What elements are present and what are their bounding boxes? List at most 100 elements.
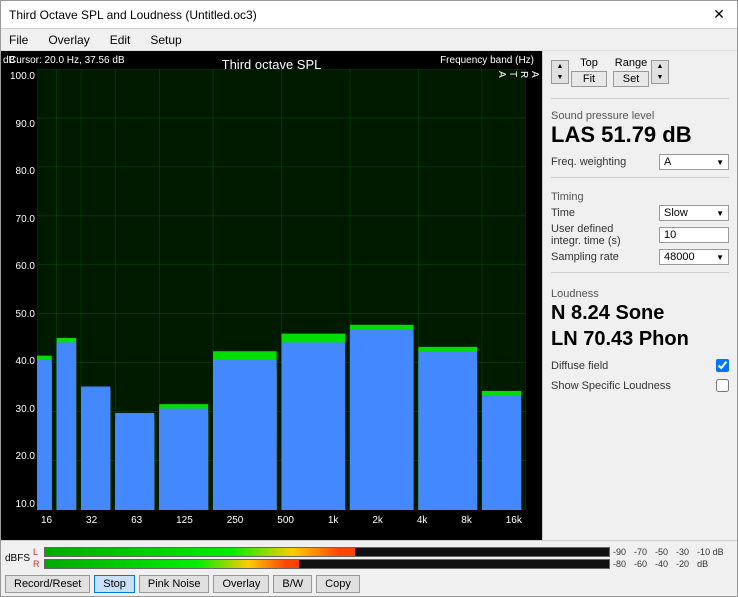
sampling-rate-arrow: ▼	[716, 253, 724, 262]
r-meter-fill	[45, 560, 299, 568]
x-label-500: 500	[277, 515, 294, 526]
l-meter-track	[44, 547, 610, 557]
top-controls: ▲ ▼ Top Fit Range Set ▲ ▼	[551, 57, 729, 87]
main-content: dB Third octave SPL ARTA 100.0 90.0 80.0…	[1, 51, 737, 540]
freq-weighting-value: A	[664, 156, 671, 168]
top-up-btn[interactable]: ▲	[552, 61, 568, 72]
diffuse-field-checkbox[interactable]	[716, 359, 729, 372]
record-reset-button[interactable]: Record/Reset	[5, 575, 90, 593]
time-arrow: ▼	[716, 209, 724, 218]
show-specific-checkbox[interactable]	[716, 379, 729, 392]
loudness-section-label: Loudness	[551, 288, 729, 300]
copy-button[interactable]: Copy	[316, 575, 360, 593]
db-axis-label: dB	[3, 55, 15, 66]
y-label-20: 20.0	[3, 451, 35, 462]
r-meter-row: R -80 -60 -40 -20 dB	[33, 559, 733, 569]
menu-setup[interactable]: Setup	[146, 32, 185, 48]
x-label-4k: 4k	[417, 515, 428, 526]
menu-file[interactable]: File	[5, 32, 32, 48]
sampling-rate-row: Sampling rate 48000 ▼	[551, 249, 729, 265]
time-label: Time	[551, 207, 575, 219]
n-value-text: N 8.24 Sone	[551, 302, 664, 324]
chart-area: dB Third octave SPL ARTA 100.0 90.0 80.0…	[1, 51, 542, 540]
top-nav-btn[interactable]: ▲ ▼	[551, 60, 569, 84]
sampling-rate-dropdown[interactable]: 48000 ▼	[659, 249, 729, 265]
fit-button[interactable]: Fit	[571, 71, 607, 87]
sampling-rate-label: Sampling rate	[551, 251, 619, 263]
top-down-btn[interactable]: ▼	[552, 72, 568, 83]
freq-weighting-row: Freq. weighting A ▼	[551, 154, 729, 170]
show-specific-label: Show Specific Loudness	[551, 380, 671, 392]
l-channel-label: L	[33, 547, 41, 557]
pink-noise-button[interactable]: Pink Noise	[139, 575, 210, 593]
divider-3	[551, 272, 729, 273]
bw-button[interactable]: B/W	[273, 575, 312, 593]
top-label: Top	[580, 57, 598, 69]
time-value: Slow	[664, 207, 688, 219]
level-meters: dBFS L -90 -70 -50 -30 -10 dB	[1, 541, 737, 573]
r-meter-track	[44, 559, 610, 569]
set-button[interactable]: Set	[613, 71, 649, 87]
bottom-bar: dBFS L -90 -70 -50 -30 -10 dB	[1, 540, 737, 596]
loudness-n-value: N 8.24 Sone LN 70.43 Phon	[551, 300, 729, 352]
range-up-btn[interactable]: ▲	[652, 61, 668, 72]
freq-weighting-label: Freq. weighting	[551, 156, 626, 168]
menu-edit[interactable]: Edit	[106, 32, 135, 48]
x-label-125: 125	[176, 515, 193, 526]
y-label-90: 90.0	[3, 119, 35, 130]
y-label-30: 30.0	[3, 404, 35, 415]
y-label-40: 40.0	[3, 356, 35, 367]
x-label-63: 63	[131, 515, 142, 526]
y-label-70: 70.0	[3, 214, 35, 225]
range-down-btn[interactable]: ▼	[652, 72, 668, 83]
loudness-section: Loudness N 8.24 Sone LN 70.43 Phon	[551, 284, 729, 352]
range-labeled: Range Set	[613, 57, 649, 87]
title-bar: Third Octave SPL and Loudness (Untitled.…	[1, 1, 737, 29]
overlay-button[interactable]: Overlay	[213, 575, 269, 593]
x-label-1k: 1k	[328, 515, 339, 526]
time-dropdown[interactable]: Slow ▼	[659, 205, 729, 221]
timing-section: Timing Time Slow ▼ User defined integr. …	[551, 187, 729, 265]
y-label-50: 50.0	[3, 309, 35, 320]
freq-weighting-arrow: ▼	[716, 158, 724, 167]
user-defined-input[interactable]	[659, 227, 729, 243]
x-label-16k: 16k	[506, 515, 522, 526]
show-specific-row: Show Specific Loudness	[551, 379, 729, 392]
dbfs-label: dBFS	[5, 553, 33, 564]
r-tick-labels: -80 -60 -40 -20 dB	[613, 559, 733, 569]
action-buttons: Record/Reset Stop Pink Noise Overlay B/W…	[1, 573, 737, 596]
range-nav-btn[interactable]: ▲ ▼	[651, 60, 669, 84]
x-label-8k: 8k	[461, 515, 472, 526]
y-axis-labels: 100.0 90.0 80.0 70.0 60.0 50.0 40.0 30.0…	[3, 71, 35, 510]
user-defined-row: User defined integr. time (s)	[551, 223, 729, 247]
user-defined-label: User defined integr. time (s)	[551, 223, 646, 247]
divider-1	[551, 98, 729, 99]
diffuse-field-label: Diffuse field	[551, 360, 608, 372]
ln-value-text: LN 70.43 Phon	[551, 328, 689, 350]
range-label: Range	[615, 57, 647, 69]
menu-bar: File Overlay Edit Setup	[1, 29, 737, 51]
x-label-32: 32	[86, 515, 97, 526]
time-row: Time Slow ▼	[551, 205, 729, 221]
freq-weighting-dropdown[interactable]: A ▼	[659, 154, 729, 170]
y-label-80: 80.0	[3, 166, 35, 177]
spl-section-label: Sound pressure level	[551, 110, 729, 122]
diffuse-field-row: Diffuse field	[551, 359, 729, 372]
main-window: Third Octave SPL and Loudness (Untitled.…	[0, 0, 738, 597]
r-channel-label: R	[33, 559, 41, 569]
close-button[interactable]: ✕	[709, 5, 729, 25]
chart-svg	[37, 69, 526, 510]
divider-2	[551, 177, 729, 178]
x-label-16: 16	[41, 515, 52, 526]
arta-label: ARTA	[496, 71, 540, 80]
right-panel: ▲ ▼ Top Fit Range Set ▲ ▼	[542, 51, 737, 540]
stop-button[interactable]: Stop	[94, 575, 135, 593]
spl-section: Sound pressure level LAS 51.79 dB	[551, 106, 729, 148]
x-label-250: 250	[227, 515, 244, 526]
top-control-group: ▲ ▼ Top Fit	[551, 57, 607, 87]
y-label-60: 60.0	[3, 261, 35, 272]
menu-overlay[interactable]: Overlay	[44, 32, 93, 48]
l-meter-row: L -90 -70 -50 -30 -10 dB	[33, 547, 733, 557]
y-label-100: 100.0	[3, 71, 35, 82]
range-control-group: Range Set ▲ ▼	[613, 57, 669, 87]
